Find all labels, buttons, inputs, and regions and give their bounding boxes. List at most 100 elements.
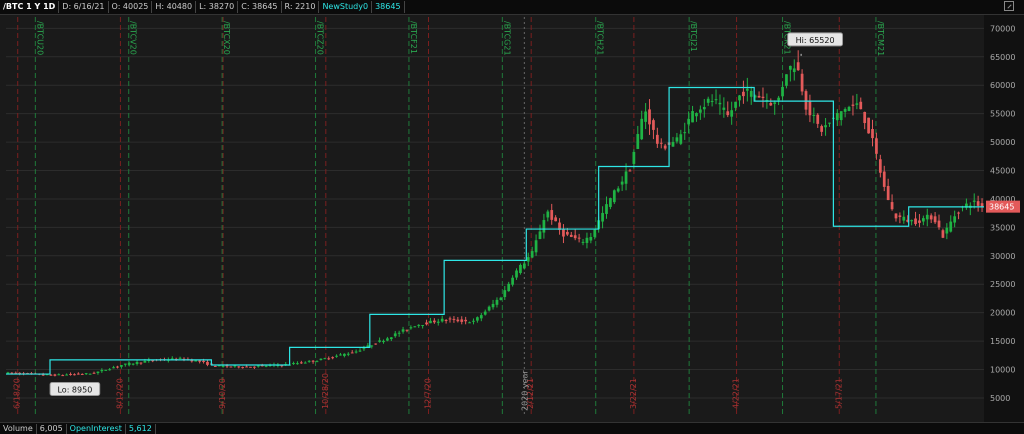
candle-body bbox=[792, 68, 796, 73]
candle-body bbox=[929, 215, 933, 220]
contract-label: /BTCM21 bbox=[876, 21, 885, 56]
candle-body bbox=[221, 365, 225, 367]
candle-body bbox=[483, 311, 487, 315]
study-value-label: 38645 bbox=[372, 1, 405, 13]
study-name-label[interactable]: NewStudy0 bbox=[319, 1, 373, 13]
candle-body bbox=[867, 117, 870, 134]
candle-body bbox=[863, 111, 867, 124]
contract-label: /BTCG21 bbox=[502, 21, 511, 56]
candle-body bbox=[714, 99, 718, 101]
candle-body bbox=[429, 320, 432, 324]
candle-body bbox=[386, 338, 389, 341]
hi-label: Hi: 65520 bbox=[796, 36, 835, 45]
candle-body bbox=[468, 322, 471, 324]
candle-body bbox=[655, 134, 659, 144]
candle-body bbox=[444, 319, 448, 321]
candle-body bbox=[691, 111, 694, 123]
candle-body bbox=[640, 118, 644, 140]
candle-body bbox=[933, 216, 937, 223]
candle-body bbox=[206, 361, 209, 365]
candle-body bbox=[663, 145, 667, 149]
candle-body bbox=[718, 102, 722, 105]
candle-body bbox=[120, 364, 123, 367]
candle-body bbox=[303, 362, 307, 364]
candle-body bbox=[323, 358, 327, 360]
candle-body bbox=[354, 351, 358, 353]
candle-body bbox=[730, 110, 734, 117]
candle-body bbox=[609, 198, 612, 207]
y-tick-label: 10000 bbox=[990, 366, 1015, 375]
candle-body bbox=[393, 333, 397, 337]
candle-body bbox=[401, 329, 405, 332]
y-tick-label: 50000 bbox=[990, 138, 1015, 147]
candle-body bbox=[346, 353, 350, 355]
y-tick-label: 55000 bbox=[990, 110, 1015, 119]
candle-body bbox=[327, 358, 331, 360]
candle-body bbox=[112, 367, 115, 369]
candle-body bbox=[413, 326, 417, 328]
candle-body bbox=[726, 111, 730, 116]
candle-body bbox=[953, 216, 957, 223]
candle-body bbox=[839, 111, 843, 121]
candle-body bbox=[319, 358, 323, 361]
candle-body bbox=[722, 107, 726, 110]
candle-body bbox=[859, 101, 863, 110]
candle-body bbox=[542, 220, 546, 233]
candle-body bbox=[632, 151, 636, 164]
candle-body bbox=[777, 97, 780, 101]
candle-body bbox=[499, 297, 503, 300]
candle-body bbox=[104, 369, 108, 371]
volume-label[interactable]: Volume bbox=[0, 423, 37, 434]
candle-body bbox=[683, 132, 687, 134]
candle-body bbox=[131, 363, 135, 365]
chart-header: /BTC 1 Y 1D D: 6/16/21 O: 40025 H: 40480… bbox=[0, 0, 1024, 15]
candle-body bbox=[405, 329, 409, 331]
candle-body bbox=[875, 138, 878, 154]
candle-body bbox=[69, 373, 72, 375]
symbol-label[interactable]: /BTC 1 Y 1D bbox=[0, 1, 60, 13]
open-interest-value: 5,612 bbox=[126, 423, 156, 434]
low-label: L: 38270 bbox=[196, 1, 239, 13]
candle-body bbox=[675, 137, 679, 142]
candle-body bbox=[292, 363, 295, 365]
open-interest-label[interactable]: OpenInterest bbox=[67, 423, 126, 434]
candle-body bbox=[734, 101, 737, 108]
expand-icon[interactable] bbox=[1004, 1, 1014, 11]
candle-body bbox=[573, 235, 577, 239]
candle-body bbox=[882, 171, 886, 187]
candle-body bbox=[546, 211, 550, 218]
year-label: 2020 year bbox=[520, 370, 529, 411]
candle-body bbox=[612, 190, 616, 203]
candle-body bbox=[605, 204, 608, 214]
candle-body bbox=[139, 362, 143, 364]
contract-label: /BTCU20 bbox=[35, 21, 44, 55]
candle-body bbox=[644, 111, 647, 122]
candle-body bbox=[816, 114, 820, 124]
candle-body bbox=[659, 142, 663, 144]
candle-body bbox=[902, 216, 906, 221]
date-label: 10/28/20 bbox=[321, 373, 330, 409]
candle-body bbox=[851, 104, 855, 106]
candle-body bbox=[515, 270, 518, 278]
candle-body bbox=[526, 257, 530, 262]
y-tick-label: 30000 bbox=[990, 252, 1015, 261]
price-chart[interactable]: 5000100001500020000250003000035000400004… bbox=[0, 15, 1024, 422]
lower-study-header: Volume 6,005 OpenInterest 5,612 bbox=[0, 422, 1024, 434]
candle-body bbox=[331, 357, 335, 359]
y-tick-label: 20000 bbox=[990, 309, 1015, 318]
candle-body bbox=[652, 120, 655, 130]
candle-body bbox=[49, 374, 53, 376]
y-tick-label: 60000 bbox=[990, 81, 1015, 90]
y-tick-label: 45000 bbox=[990, 167, 1015, 176]
candle-body bbox=[472, 320, 475, 322]
candle-body bbox=[84, 373, 88, 375]
candle-body bbox=[73, 374, 76, 376]
candle-body bbox=[538, 231, 542, 239]
candle-body bbox=[487, 306, 491, 311]
candle-body bbox=[761, 96, 765, 98]
candle-body bbox=[507, 283, 511, 292]
contract-label: /BTCZ20 bbox=[316, 21, 325, 55]
candle-body bbox=[566, 231, 569, 235]
candle-body bbox=[96, 371, 100, 373]
candle-body bbox=[695, 113, 698, 117]
